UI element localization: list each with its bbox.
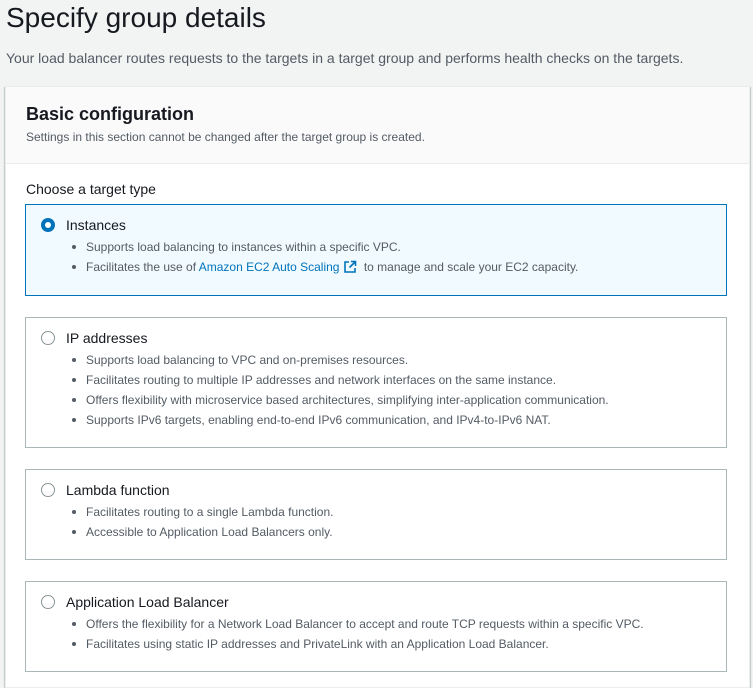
radio-button-application-load-balancer[interactable] — [41, 595, 55, 609]
radio-button-ip-addresses[interactable] — [41, 331, 55, 345]
external-link-icon[interactable] — [343, 260, 357, 278]
option-bullets-ip-addresses: Supports load balancing to VPC and on-pr… — [72, 352, 716, 432]
target-type-label: Choose a target type — [26, 181, 156, 197]
target-type-option-ip-addresses[interactable]: IP addresses Supports load balancing to … — [25, 317, 727, 448]
ec2-auto-scaling-link[interactable]: Amazon EC2 Auto Scaling — [199, 260, 340, 274]
radio-button-instances[interactable] — [41, 218, 55, 232]
bullet-item: Supports load balancing to VPC and on-pr… — [72, 352, 716, 368]
bullet-text: Facilitates the use of — [86, 260, 199, 274]
panel-description: Settings in this section cannot be chang… — [26, 130, 425, 144]
target-type-option-instances[interactable]: Instances Supports load balancing to ins… — [25, 204, 727, 296]
bullet-text: to manage and scale your EC2 capacity. — [360, 260, 579, 274]
bullet-item: Facilitates routing to a single Lambda f… — [72, 504, 716, 520]
target-type-option-lambda-function[interactable]: Lambda function Facilitates routing to a… — [25, 469, 727, 560]
option-bullets-lambda-function: Facilitates routing to a single Lambda f… — [72, 504, 716, 544]
option-label-ip-addresses: IP addresses — [66, 330, 148, 346]
bullet-item: Facilitates the use of Amazon EC2 Auto S… — [72, 259, 716, 278]
option-bullets-application-load-balancer: Offers the flexibility for a Network Loa… — [72, 616, 716, 656]
page-description: Your load balancer routes requests to th… — [6, 50, 684, 66]
panel-header: Basic configuration Settings in this sec… — [6, 87, 749, 164]
bullet-item: Supports load balancing to instances wit… — [72, 239, 716, 255]
option-label-application-load-balancer: Application Load Balancer — [66, 594, 229, 610]
option-label-lambda-function: Lambda function — [66, 482, 170, 498]
page-title: Specify group details — [6, 2, 266, 33]
panel-title: Basic configuration — [26, 104, 195, 124]
radio-button-lambda-function[interactable] — [41, 483, 55, 497]
bullet-item: Offers the flexibility for a Network Loa… — [72, 616, 716, 632]
bullet-item: Facilitates routing to multiple IP addre… — [72, 372, 716, 388]
bullet-item: Facilitates using static IP addresses an… — [72, 636, 716, 652]
target-type-option-application-load-balancer[interactable]: Application Load Balancer Offers the fle… — [25, 581, 727, 672]
bullet-item: Offers flexibility with microservice bas… — [72, 392, 716, 408]
bullet-item: Supports IPv6 targets, enabling end-to-e… — [72, 412, 716, 428]
bullet-item: Accessible to Application Load Balancers… — [72, 524, 716, 540]
option-label-instances: Instances — [66, 217, 126, 233]
basic-configuration-panel: Basic configuration Settings in this sec… — [5, 86, 750, 688]
option-bullets-instances: Supports load balancing to instances wit… — [72, 239, 716, 282]
